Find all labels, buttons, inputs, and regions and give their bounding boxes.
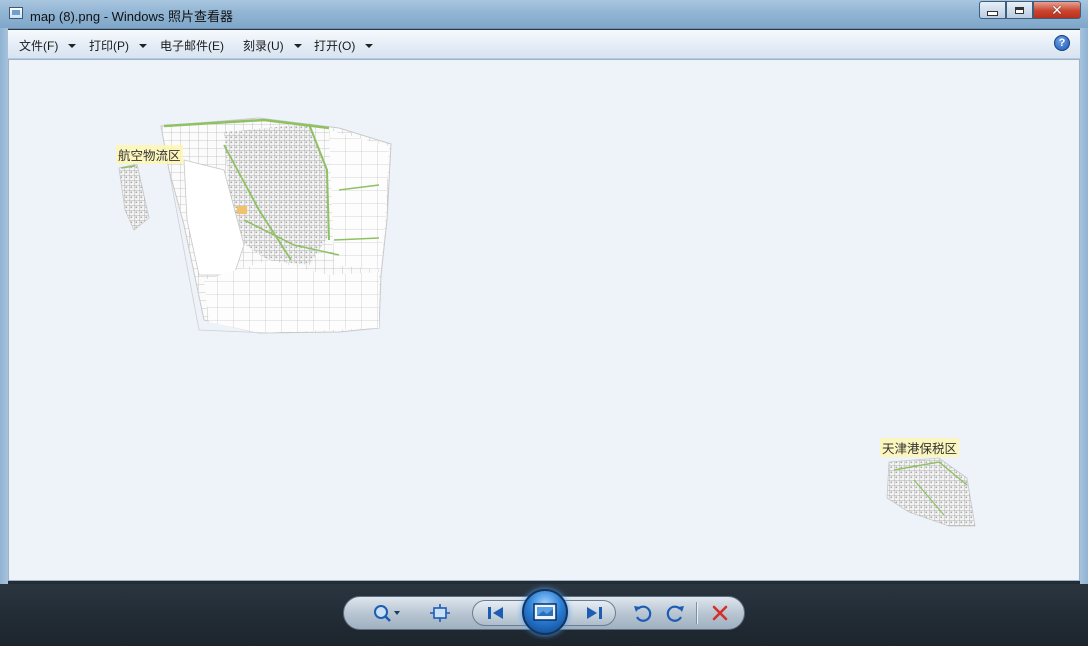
chevron-down-icon <box>365 43 374 48</box>
menu-burn[interactable]: 刻录(U) <box>243 37 302 54</box>
next-button[interactable] <box>579 601 609 625</box>
window-frame-left <box>0 28 8 584</box>
menu-email[interactable]: 电子邮件(E) <box>160 37 224 54</box>
map-label-port-bonded-zone: 天津港保税区 <box>880 438 960 457</box>
minimize-icon <box>987 10 998 16</box>
photo-viewer-window: map (8).png - Windows 照片查看器 ✕ 文件(F) 打印(P… <box>0 0 1088 646</box>
rotate-clockwise-button[interactable] <box>662 597 690 629</box>
help-icon[interactable]: ? <box>1054 35 1070 51</box>
fit-window-icon <box>430 604 450 622</box>
delete-icon <box>712 605 728 621</box>
photo-viewer-app-icon[interactable] <box>9 7 23 19</box>
slideshow-icon <box>533 603 557 621</box>
rotate-left-icon <box>634 605 652 622</box>
next-icon <box>587 607 602 619</box>
toolbar-separator <box>696 602 697 624</box>
menu-file-label: 文件(F) <box>19 39 59 53</box>
maximize-button[interactable] <box>1006 1 1033 19</box>
menu-open[interactable]: 打开(O) <box>314 37 374 54</box>
actual-size-button[interactable] <box>426 597 454 629</box>
rotate-right-icon <box>666 605 684 622</box>
menu-print[interactable]: 打印(P) <box>89 37 147 54</box>
close-window-button[interactable]: ✕ <box>1033 1 1081 19</box>
menu-file[interactable]: 文件(F) <box>19 37 77 54</box>
menu-burn-label: 刻录(U) <box>243 39 284 53</box>
port-bonded-zone-map <box>886 457 976 527</box>
slideshow-button[interactable] <box>522 589 568 635</box>
maximize-icon <box>1015 6 1024 14</box>
chevron-down-icon <box>139 43 147 48</box>
previous-button[interactable] <box>481 601 511 625</box>
airport-logistics-map <box>160 117 392 334</box>
chevron-down-icon <box>68 43 77 48</box>
close-icon: ✕ <box>1051 2 1063 18</box>
window-frame-right <box>1080 28 1088 584</box>
image-viewport[interactable]: 航空物流区 天津港保税区 <box>8 59 1080 581</box>
map-label-airport-logistics: 航空物流区 <box>116 145 183 164</box>
viewer-toolbar <box>343 589 745 635</box>
minimize-button[interactable] <box>979 1 1006 19</box>
zoom-button[interactable] <box>368 597 404 629</box>
title-bar[interactable]: map (8).png - Windows 照片查看器 ✕ <box>0 0 1088 29</box>
previous-icon <box>488 607 503 619</box>
magnifier-icon <box>374 605 400 622</box>
menu-bar: 文件(F) 打印(P) 电子邮件(E) 刻录(U) 打开(O) ? <box>8 30 1080 59</box>
airport-strip-map <box>118 163 150 231</box>
map-image <box>118 117 976 527</box>
menu-open-label: 打开(O) <box>314 39 356 53</box>
rotate-counterclockwise-button[interactable] <box>628 597 656 629</box>
menu-email-label: 电子邮件(E) <box>160 39 224 53</box>
delete-button[interactable] <box>706 597 734 629</box>
chevron-down-icon <box>293 43 302 48</box>
window-title: map (8).png - Windows 照片查看器 <box>30 9 233 24</box>
menu-print-label: 打印(P) <box>89 39 129 53</box>
